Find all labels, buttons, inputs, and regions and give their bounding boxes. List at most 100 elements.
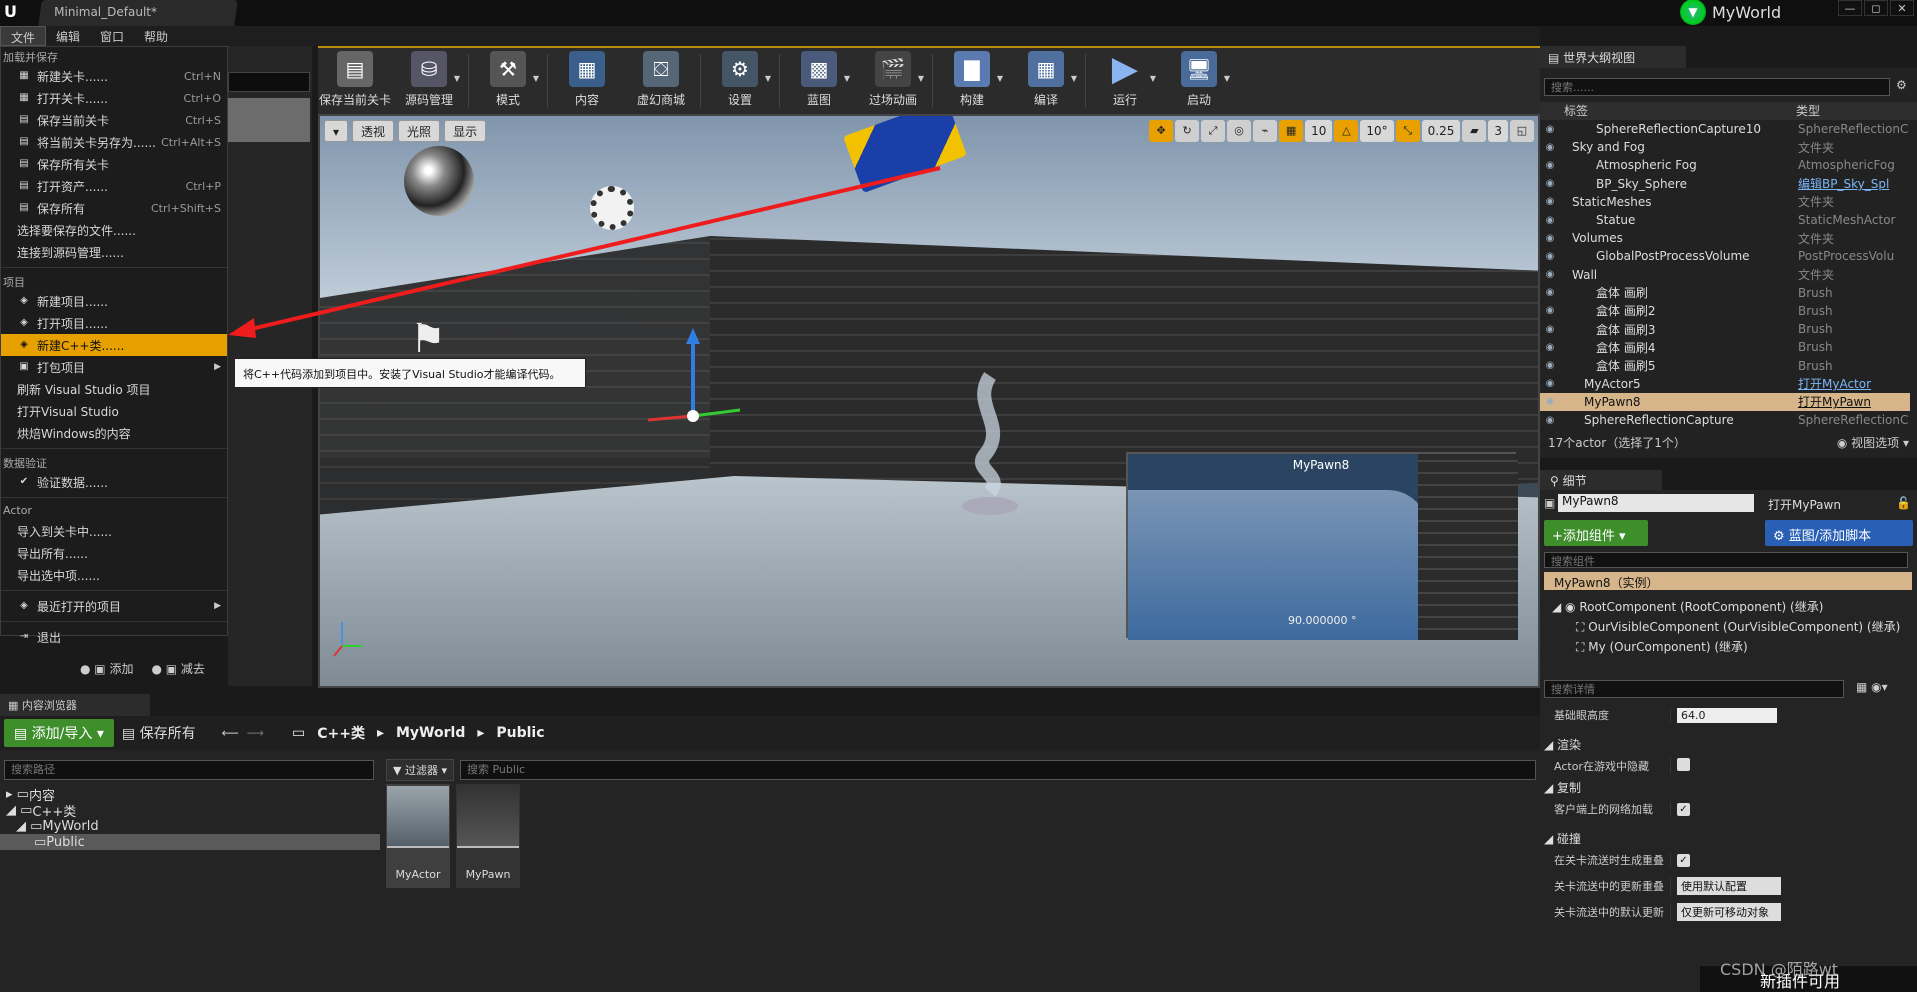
tab-world-outliner[interactable]: ▤ 世界大纲视图 bbox=[1540, 46, 1686, 68]
add-import-button[interactable]: ▤ 添加/导入 ▾ bbox=[4, 719, 114, 747]
menu-import-level[interactable]: 导入到关卡中...... bbox=[1, 520, 227, 542]
menu-save-current[interactable]: ▤ 保存当前关卡 Ctrl+S bbox=[1, 109, 227, 131]
back-arrow-icon[interactable]: ⟵ bbox=[222, 726, 239, 740]
default-update-select[interactable]: 仅更新可移动对象 bbox=[1677, 903, 1781, 921]
crumb-myworld[interactable]: MyWorld bbox=[396, 725, 465, 741]
rotation-snap-value[interactable]: 10° bbox=[1360, 120, 1394, 142]
subtract-brush-option[interactable]: ● ▣ 减去 bbox=[151, 660, 204, 677]
menu-save-as[interactable]: ▤ 将当前关卡另存为...... Ctrl+Alt+S bbox=[1, 131, 227, 153]
camera-speed-value[interactable]: 3 bbox=[1488, 120, 1508, 142]
scale-snap-value[interactable]: 0.25 bbox=[1421, 120, 1461, 142]
settings-button[interactable]: ⚙ 设置 ▼ bbox=[703, 48, 777, 112]
menu-help[interactable]: 帮助 bbox=[134, 26, 178, 46]
visibility-eye-icon[interactable]: ◉ bbox=[1540, 360, 1560, 371]
camera-speed-icon[interactable]: ▰ bbox=[1462, 120, 1487, 142]
outliner-row[interactable]: ◉ 盒体 画刷3 Brush bbox=[1540, 320, 1910, 338]
unreal-logo-icon[interactable]: U bbox=[4, 2, 26, 24]
menu-open-asset[interactable]: ▤ 打开资产...... Ctrl+P bbox=[1, 175, 227, 197]
visibility-eye-icon[interactable]: ◉ bbox=[1540, 305, 1560, 316]
open-pawn-link[interactable]: 打开MyPawn bbox=[1768, 496, 1841, 513]
visibility-eye-icon[interactable]: ◉ bbox=[1540, 378, 1560, 389]
outliner-row[interactable]: ◉ Sky and Fog 文件夹 bbox=[1540, 138, 1910, 156]
menu-package-project[interactable]: ▣ 打包项目 ▶ bbox=[1, 356, 227, 378]
component-root[interactable]: ◢ ◉ RootComponent (RootComponent) (继承) bbox=[1552, 598, 1900, 618]
maximize-button[interactable]: ◻ bbox=[1864, 0, 1888, 16]
tab-content-browser[interactable]: ▦ 内容浏览器 bbox=[0, 694, 150, 716]
visibility-eye-icon[interactable]: ◉ bbox=[1540, 196, 1560, 207]
visibility-eye-icon[interactable]: ◉ bbox=[1540, 233, 1560, 244]
visibility-eye-icon[interactable]: ◉ bbox=[1540, 342, 1560, 353]
outliner-row-type[interactable]: 打开MyPawn bbox=[1798, 393, 1871, 410]
blueprints-button[interactable]: ▩ 蓝图 ▼ bbox=[782, 48, 856, 112]
col-label[interactable]: 标签 bbox=[1540, 102, 1796, 120]
visibility-eye-icon[interactable]: ◉ bbox=[1540, 251, 1560, 262]
outliner-row[interactable]: ◉ 盒体 画刷2 Brush bbox=[1540, 302, 1910, 320]
visibility-eye-icon[interactable]: ◉ bbox=[1540, 396, 1560, 407]
property-matrix-icon[interactable]: ▦ ◉▾ bbox=[1856, 680, 1888, 694]
rotate-icon[interactable]: ↻ bbox=[1175, 120, 1200, 142]
generate-overlap-checkbox[interactable]: ✓ bbox=[1677, 854, 1690, 867]
menu-source-control[interactable]: 连接到源码管理...... bbox=[1, 241, 227, 263]
source-control-button[interactable]: ⛁ 源码管理 ▼ bbox=[392, 48, 466, 112]
outliner-row[interactable]: ◉ 盒体 画刷 Brush bbox=[1540, 284, 1910, 302]
menu-file[interactable]: 文件 bbox=[0, 26, 47, 46]
tab-details[interactable]: ⚲ 细节 bbox=[1540, 470, 1662, 490]
blueprint-script-button[interactable]: ⚙ 蓝图/添加脚本 bbox=[1765, 520, 1913, 546]
crumb-public[interactable]: Public bbox=[496, 725, 544, 741]
menu-export-selected[interactable]: 导出选中项...... bbox=[1, 564, 227, 586]
visibility-eye-icon[interactable]: ◉ bbox=[1540, 415, 1560, 426]
launch-button[interactable]: 🖥 启动 ▼ bbox=[1162, 48, 1236, 112]
modes-button[interactable]: ⚒ 模式 ▼ bbox=[471, 48, 545, 112]
outliner-settings-icon[interactable]: ⚙ bbox=[1896, 78, 1907, 92]
outliner-row[interactable]: ◉ SphereReflectionCapture10 SphereReflecti… bbox=[1540, 120, 1910, 138]
play-button[interactable]: ▶ 运行 ▼ bbox=[1088, 48, 1162, 112]
path-search-input[interactable]: 搜索路径 bbox=[4, 760, 374, 780]
save-all-button[interactable]: ▤ 保存所有 bbox=[122, 723, 196, 743]
scale-snap-icon[interactable]: ⤡ bbox=[1395, 120, 1420, 142]
hidden-in-game-checkbox[interactable] bbox=[1677, 758, 1690, 771]
component-my[interactable]: ⛶ My (OurComponent) (继承) bbox=[1552, 638, 1900, 658]
col-type[interactable]: 类型 bbox=[1796, 102, 1820, 120]
update-overlap-select[interactable]: 使用默认配置 bbox=[1677, 877, 1781, 895]
forward-arrow-icon[interactable]: ⟶ bbox=[247, 726, 264, 740]
grid-snap-icon[interactable]: ▦ bbox=[1279, 120, 1304, 142]
add-brush-option[interactable]: ● ▣ 添加 bbox=[80, 660, 133, 677]
outliner-row[interactable]: ◉ BP_Sky_Sphere 编辑BP_Sky_Spl bbox=[1540, 175, 1910, 193]
menu-export-all[interactable]: 导出所有...... bbox=[1, 542, 227, 564]
surface-snap-icon[interactable]: ⌁ bbox=[1253, 120, 1278, 142]
component-search-input[interactable]: 搜索组件 bbox=[1544, 552, 1908, 568]
visibility-eye-icon[interactable]: ◉ bbox=[1540, 287, 1560, 298]
menu-open-vs[interactable]: 打开Visual Studio bbox=[1, 400, 227, 422]
section-rendering[interactable]: ◢ 渲染 bbox=[1540, 736, 1917, 753]
outliner-row[interactable]: ◉ StaticMeshes 文件夹 bbox=[1540, 193, 1910, 211]
save-current-level-button[interactable]: ▤ 保存当前关卡 bbox=[318, 48, 392, 112]
show-button[interactable]: 显示 bbox=[444, 120, 487, 142]
details-search-input[interactable]: 搜索详情 bbox=[1544, 680, 1844, 698]
rotation-snap-icon[interactable]: △ bbox=[1334, 120, 1359, 142]
outliner-row-type[interactable]: 打开MyActor bbox=[1798, 375, 1871, 392]
menu-new-cpp-class[interactable]: ◈ 新建C++类...... bbox=[1, 334, 227, 356]
visibility-eye-icon[interactable]: ◉ bbox=[1540, 178, 1560, 189]
viewport-options-button[interactable]: ▾ bbox=[324, 120, 349, 142]
outliner-row[interactable]: ◉ Volumes 文件夹 bbox=[1540, 229, 1910, 247]
menu-validate-data[interactable]: ✔ 验证数据...... bbox=[1, 471, 227, 493]
visibility-eye-icon[interactable]: ◉ bbox=[1540, 269, 1560, 280]
close-button[interactable]: ✕ bbox=[1890, 0, 1914, 16]
outliner-row[interactable]: ◉ GlobalPostProcessVolume PostProcessVolu bbox=[1540, 247, 1910, 265]
visibility-eye-icon[interactable]: ◉ bbox=[1540, 160, 1560, 171]
outliner-row[interactable]: ◉ MyPawn8 打开MyPawn bbox=[1540, 392, 1910, 411]
modes-thumbnail[interactable] bbox=[228, 98, 310, 142]
visibility-eye-icon[interactable]: ◉ bbox=[1540, 215, 1560, 226]
view-options-button[interactable]: ◉ 视图选项 ▾ bbox=[1837, 434, 1909, 450]
outliner-row[interactable]: ◉ MyActor5 打开MyActor bbox=[1540, 375, 1910, 393]
menu-recent-projects[interactable]: ◈ 最近打开的项目 ▶ bbox=[1, 595, 227, 617]
perspective-button[interactable]: 透视 bbox=[352, 120, 395, 142]
visibility-eye-icon[interactable]: ◉ bbox=[1540, 124, 1560, 135]
filters-button[interactable]: ▼ 过滤器 ▾ bbox=[386, 759, 454, 781]
minimize-button[interactable]: — bbox=[1838, 0, 1862, 16]
lock-icon[interactable]: 🔓 bbox=[1896, 496, 1911, 510]
section-replication[interactable]: ◢ 复制 bbox=[1540, 779, 1917, 796]
pawn-actor[interactable] bbox=[960, 366, 1020, 526]
outliner-row[interactable]: ◉ 盒体 画刷5 Brush bbox=[1540, 356, 1910, 374]
actor-name-input[interactable]: MyPawn8 bbox=[1558, 494, 1754, 512]
